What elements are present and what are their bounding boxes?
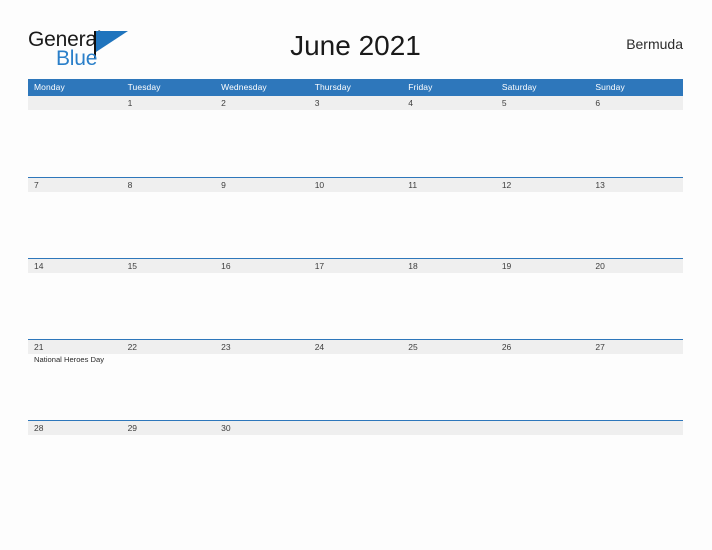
day-number[interactable]: 23 xyxy=(215,340,309,354)
day-number-band: 28 29 30 xyxy=(28,421,683,435)
day-event xyxy=(589,435,683,501)
day-event xyxy=(122,273,216,339)
day-event-band: National Heroes Day xyxy=(28,354,683,420)
weekday-header-wednesday: Wednesday xyxy=(221,82,267,92)
day-event xyxy=(496,110,590,176)
day-number[interactable]: 3 xyxy=(309,96,403,110)
day-event xyxy=(309,354,403,420)
day-event xyxy=(589,192,683,258)
day-number-band: 14 15 16 17 18 19 20 xyxy=(28,259,683,273)
day-number[interactable]: 16 xyxy=(215,259,309,273)
day-number[interactable]: 10 xyxy=(309,178,403,192)
day-event xyxy=(122,354,216,420)
day-event xyxy=(215,192,309,258)
day-number[interactable]: 25 xyxy=(402,340,496,354)
weekday-header-monday: Monday xyxy=(34,82,65,92)
day-number[interactable] xyxy=(402,421,496,435)
day-event xyxy=(309,192,403,258)
day-event: National Heroes Day xyxy=(34,355,105,364)
day-number[interactable] xyxy=(589,421,683,435)
day-event xyxy=(309,273,403,339)
day-event xyxy=(589,354,683,420)
day-number[interactable]: 11 xyxy=(402,178,496,192)
day-event xyxy=(122,192,216,258)
week-row: 14 15 16 17 18 19 20 xyxy=(28,258,683,339)
day-event xyxy=(402,435,496,501)
day-number[interactable]: 5 xyxy=(496,96,590,110)
day-number[interactable]: 7 xyxy=(28,178,122,192)
day-event xyxy=(215,273,309,339)
weekday-header-friday: Friday xyxy=(408,82,433,92)
day-number[interactable]: 2 xyxy=(215,96,309,110)
day-event xyxy=(28,110,122,176)
day-number[interactable]: 28 xyxy=(28,421,122,435)
day-number-band: 1 2 3 4 5 6 xyxy=(28,96,683,110)
weekday-header-saturday: Saturday xyxy=(501,82,537,92)
day-event xyxy=(589,110,683,176)
weekday-header-tuesday: Tuesday xyxy=(127,82,161,92)
day-number[interactable]: 9 xyxy=(215,178,309,192)
page-title: June 2021 xyxy=(290,30,421,61)
day-event xyxy=(496,435,590,501)
day-number[interactable]: 12 xyxy=(496,178,590,192)
day-event xyxy=(402,273,496,339)
day-event xyxy=(496,192,590,258)
week-row: 21 22 23 24 25 26 27 National Heroes Day xyxy=(28,339,683,420)
day-event xyxy=(215,435,309,501)
day-event xyxy=(28,435,122,501)
day-number-band: 7 8 9 10 11 12 13 xyxy=(28,178,683,192)
day-number-band: 21 22 23 24 25 26 27 xyxy=(28,340,683,354)
day-event xyxy=(402,192,496,258)
day-number[interactable] xyxy=(28,96,122,110)
day-number[interactable]: 14 xyxy=(28,259,122,273)
calendar-page: General Blue June 2021 Bermuda Monday Tu… xyxy=(0,0,712,550)
day-event xyxy=(309,435,403,501)
day-number[interactable]: 13 xyxy=(589,178,683,192)
weekday-header-sunday: Sunday xyxy=(595,82,625,92)
day-event xyxy=(28,192,122,258)
weekday-header-row: Monday Tuesday Wednesday Thursday Friday… xyxy=(28,79,683,96)
day-event xyxy=(496,354,590,420)
day-event xyxy=(496,273,590,339)
day-event-band xyxy=(28,435,683,501)
day-event xyxy=(402,354,496,420)
day-event xyxy=(589,273,683,339)
day-number[interactable]: 29 xyxy=(122,421,216,435)
day-number[interactable]: 30 xyxy=(215,421,309,435)
day-number[interactable]: 15 xyxy=(122,259,216,273)
day-number[interactable]: 8 xyxy=(122,178,216,192)
day-event xyxy=(215,354,309,420)
day-number[interactable]: 6 xyxy=(589,96,683,110)
day-event xyxy=(309,110,403,176)
day-number[interactable]: 4 xyxy=(402,96,496,110)
day-number[interactable]: 24 xyxy=(309,340,403,354)
week-row: 1 2 3 4 5 6 xyxy=(28,96,683,177)
day-event xyxy=(215,110,309,176)
day-number[interactable] xyxy=(496,421,590,435)
day-number[interactable]: 20 xyxy=(589,259,683,273)
day-event xyxy=(28,273,122,339)
day-event xyxy=(122,110,216,176)
weekday-header-thursday: Thursday xyxy=(314,82,351,92)
day-number[interactable]: 21 xyxy=(28,340,122,354)
week-row: 7 8 9 10 11 12 13 xyxy=(28,177,683,258)
day-event xyxy=(122,435,216,501)
day-number[interactable]: 22 xyxy=(122,340,216,354)
day-number[interactable]: 19 xyxy=(496,259,590,273)
day-number[interactable]: 27 xyxy=(589,340,683,354)
day-event-band xyxy=(28,192,683,258)
day-number[interactable]: 18 xyxy=(402,259,496,273)
day-number[interactable]: 1 xyxy=(122,96,216,110)
day-event-band xyxy=(28,110,683,176)
day-number[interactable]: 17 xyxy=(309,259,403,273)
page-header: General Blue June 2021 Bermuda xyxy=(28,24,683,74)
week-row: 28 29 30 xyxy=(28,420,683,501)
day-number[interactable] xyxy=(309,421,403,435)
day-event-band xyxy=(28,273,683,339)
day-number[interactable]: 26 xyxy=(496,340,590,354)
country-label: Bermuda xyxy=(626,36,683,52)
day-event xyxy=(402,110,496,176)
calendar-grid: Monday Tuesday Wednesday Thursday Friday… xyxy=(28,79,683,501)
